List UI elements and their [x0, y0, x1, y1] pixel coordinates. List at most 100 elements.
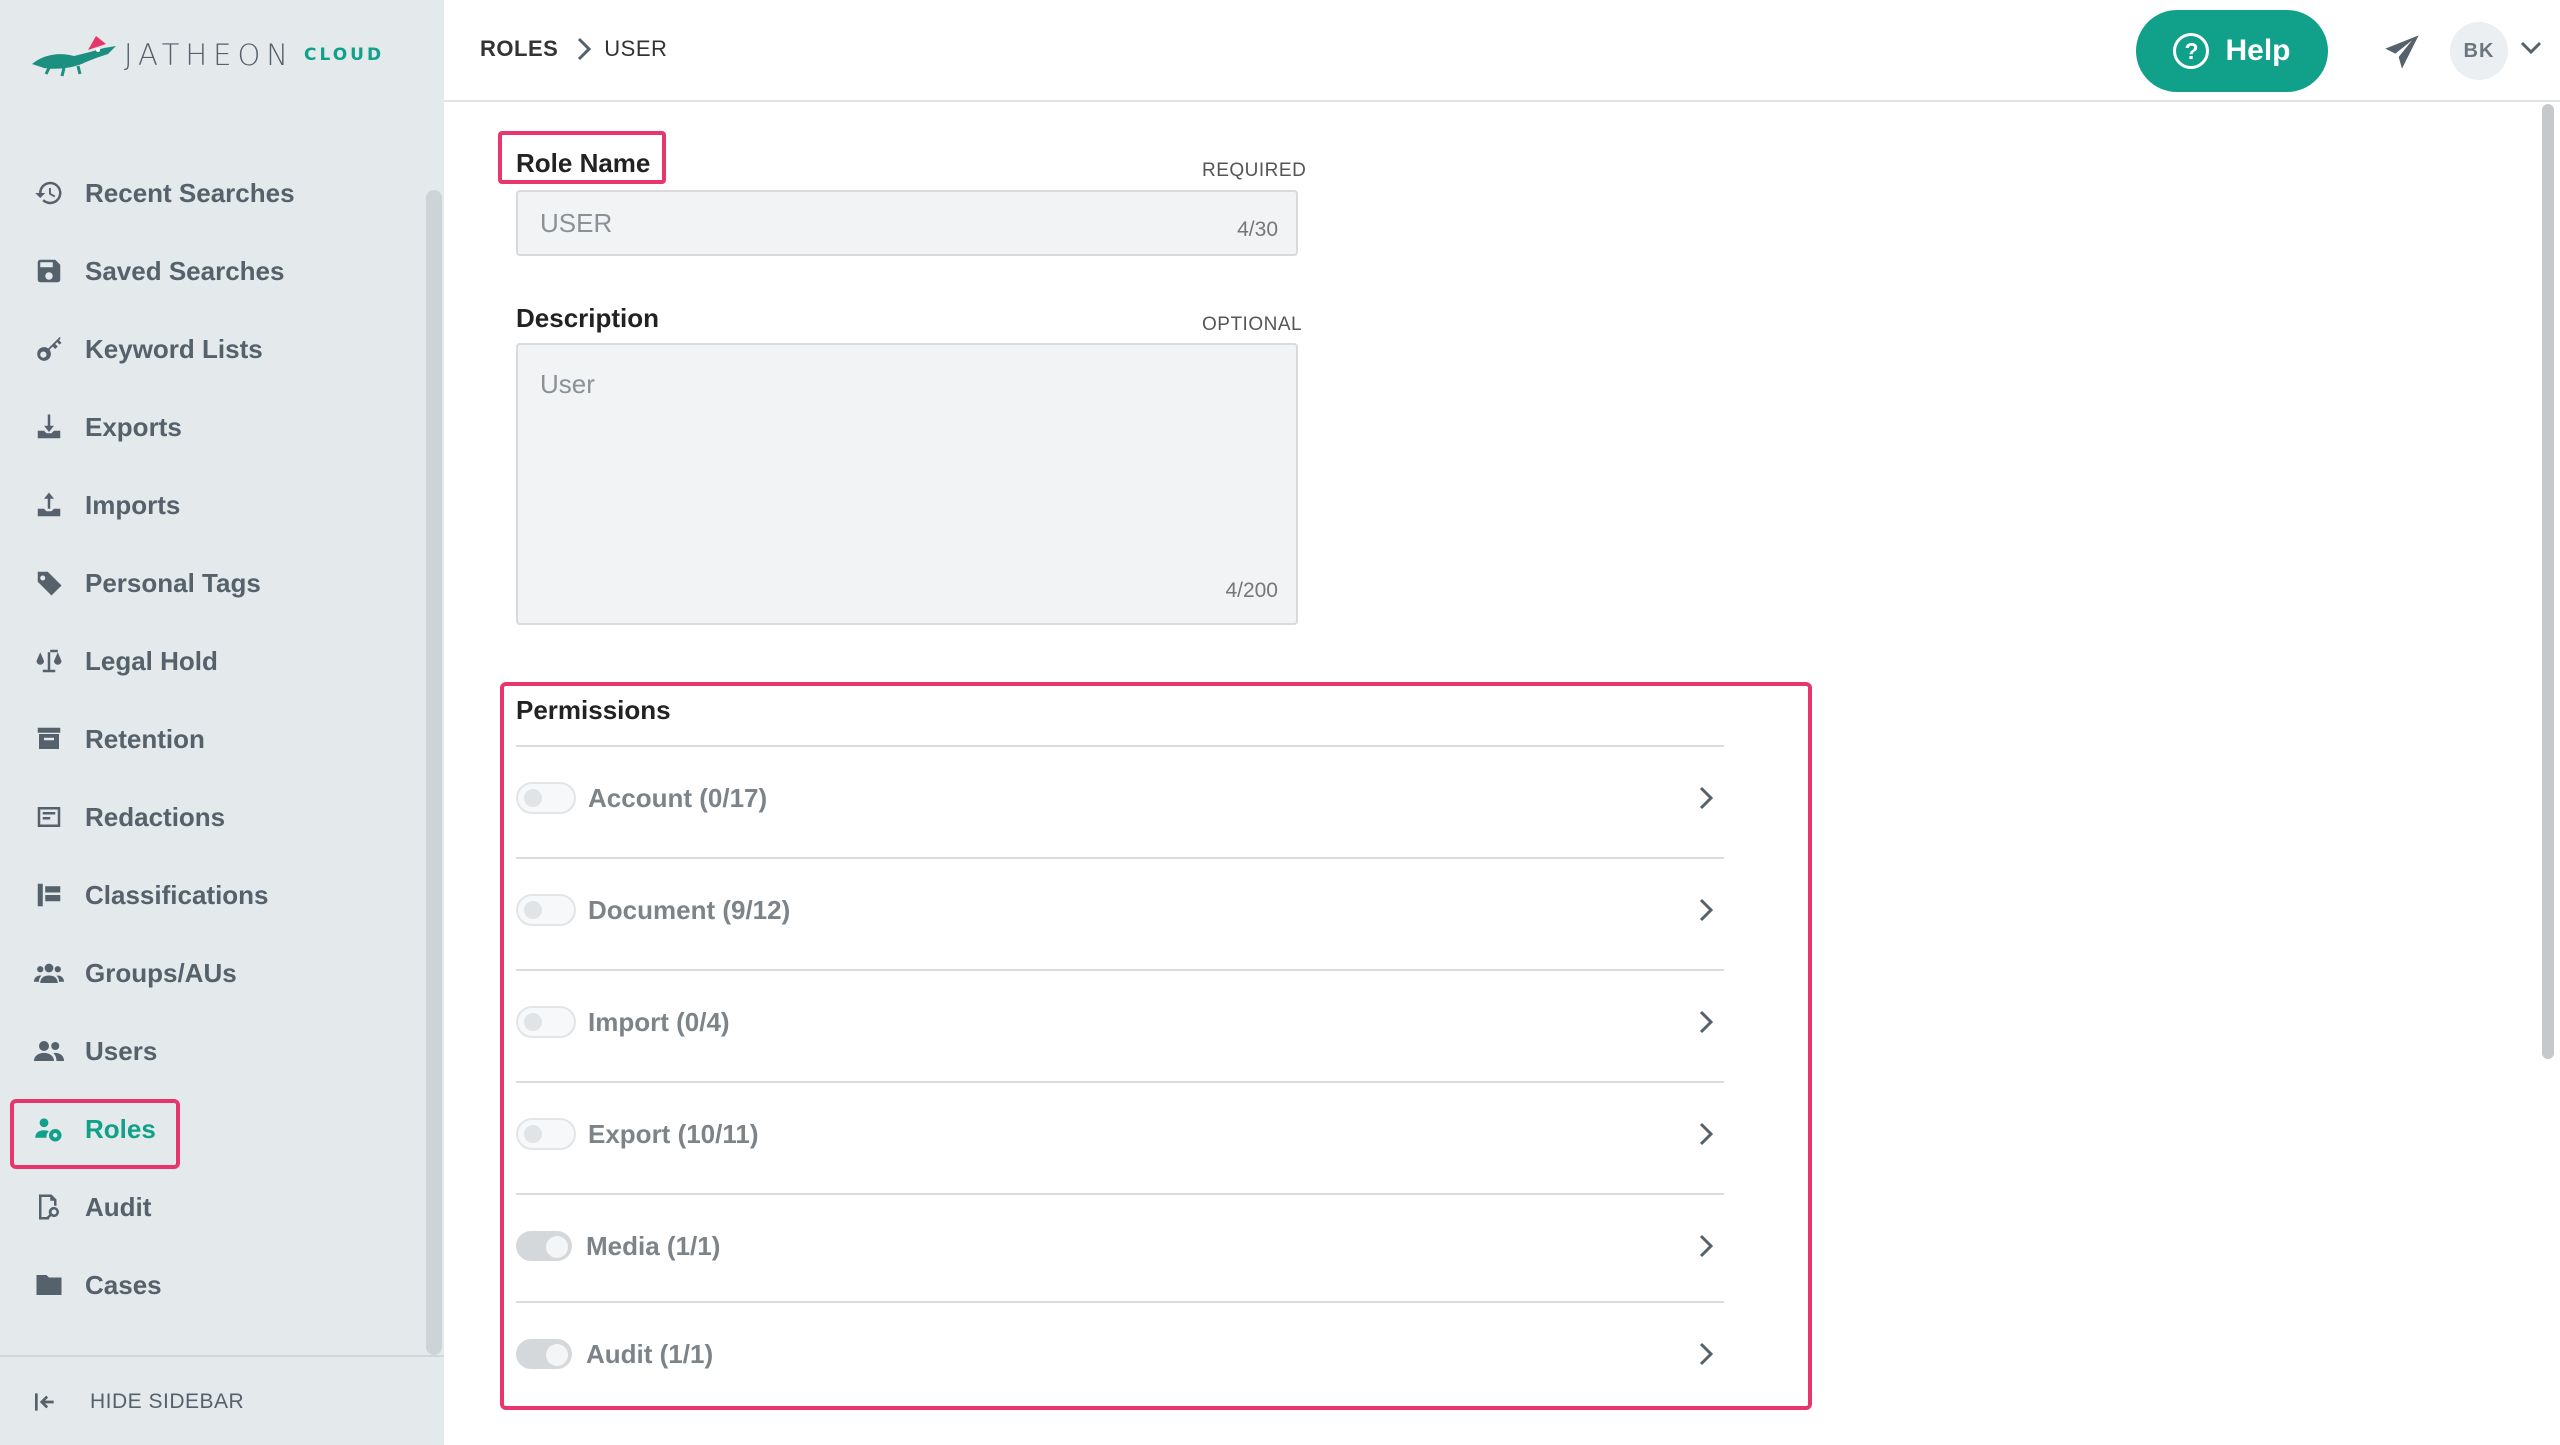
account-toggle[interactable]	[516, 782, 576, 814]
permission-row-account[interactable]: Account (0/17)	[516, 768, 1724, 828]
sidebar-scrollbar[interactable]	[426, 190, 442, 1355]
users-icon	[32, 1034, 66, 1068]
sidebar-item-keyword-lists[interactable]: Keyword Lists	[32, 319, 263, 379]
retention-icon	[32, 722, 66, 756]
sidebar: JATHEON CLOUD Recent Searches Saved Sear…	[0, 0, 444, 1445]
role-name-input[interactable]: USER 4/30	[516, 190, 1298, 256]
permission-label: Document (9/12)	[588, 894, 791, 925]
sidebar-item-recent-searches[interactable]: Recent Searches	[32, 163, 295, 223]
chevron-right-icon[interactable]	[1698, 785, 1716, 813]
chevron-right-icon[interactable]	[1698, 1121, 1716, 1149]
sidebar-item-label: Personal Tags	[85, 567, 261, 598]
permission-row-import[interactable]: Import (0/4)	[516, 992, 1724, 1052]
question-circle-icon: ?	[2173, 33, 2210, 69]
roles-highlight-box	[10, 1099, 180, 1169]
groups-icon	[32, 956, 66, 990]
permission-row-audit[interactable]: Audit (1/1)	[516, 1324, 1724, 1384]
description-textarea[interactable]: User 4/200	[516, 343, 1298, 625]
sidebar-item-label: Redactions	[85, 801, 226, 832]
sidebar-item-classifications[interactable]: Classifications	[32, 865, 269, 925]
sidebar-item-retention[interactable]: Retention	[32, 709, 205, 769]
sidebar-item-label: Recent Searches	[85, 177, 295, 208]
hide-sidebar-button[interactable]: HIDE SIDEBAR	[32, 1380, 244, 1424]
permission-row-export[interactable]: Export (10/11)	[516, 1104, 1724, 1164]
key-icon	[32, 332, 66, 366]
permission-row-media[interactable]: Media (1/1)	[516, 1216, 1724, 1276]
sidebar-item-label: Keyword Lists	[85, 333, 263, 364]
permission-label: Import (0/4)	[588, 1006, 730, 1037]
main-scrollbar[interactable]	[2542, 104, 2554, 1059]
redaction-icon	[32, 800, 66, 834]
sidebar-item-cases[interactable]: Cases	[32, 1255, 162, 1315]
upload-tray-icon	[32, 488, 66, 522]
divider	[516, 857, 1724, 859]
chevron-down-icon[interactable]	[2520, 40, 2544, 60]
chevron-right-icon[interactable]	[1698, 1233, 1716, 1261]
permission-label: Audit (1/1)	[586, 1338, 714, 1369]
sidebar-item-exports[interactable]: Exports	[32, 397, 182, 457]
export-toggle[interactable]	[516, 1118, 576, 1150]
import-toggle[interactable]	[516, 1006, 576, 1038]
permission-label: Account (0/17)	[588, 782, 768, 813]
help-button[interactable]: ? Help	[2136, 10, 2328, 92]
sidebar-item-personal-tags[interactable]: Personal Tags	[32, 553, 261, 613]
history-icon	[32, 176, 66, 210]
optional-tag: OPTIONAL	[1202, 314, 1303, 335]
permission-row-document[interactable]: Document (9/12)	[516, 880, 1724, 940]
sidebar-item-label: Audit	[85, 1191, 152, 1222]
sidebar-item-audit[interactable]: Audit	[32, 1177, 151, 1237]
divider	[516, 969, 1724, 971]
top-bar: ROLES USER ? Help BK	[444, 0, 2560, 102]
audit-toggle[interactable]	[516, 1339, 572, 1369]
role-name-value: USER	[540, 208, 613, 238]
avatar[interactable]: BK	[2450, 22, 2508, 80]
collapse-left-icon	[34, 1393, 54, 1411]
description-label: Description	[516, 303, 660, 333]
chevron-right-icon[interactable]	[1698, 1341, 1716, 1369]
description-value: User	[540, 369, 595, 399]
hide-sidebar-label: HIDE SIDEBAR	[90, 1390, 245, 1413]
sidebar-item-label: Users	[85, 1035, 158, 1066]
sidebar-item-label: Cases	[85, 1269, 162, 1300]
permission-label: Export (10/11)	[588, 1118, 759, 1149]
role-name-label: Role Name	[516, 148, 651, 178]
logo-wordmark: JATHEON	[124, 38, 294, 72]
required-tag: REQUIRED	[1202, 160, 1307, 181]
chevron-right-icon[interactable]	[1698, 1009, 1716, 1037]
sidebar-item-legal-hold[interactable]: Legal Hold	[32, 631, 218, 691]
sidebar-item-label: Legal Hold	[85, 645, 218, 676]
divider	[516, 745, 1724, 747]
role-name-char-count: 4/30	[1237, 218, 1278, 241]
permissions-title: Permissions	[516, 695, 671, 725]
breadcrumb-roles-link[interactable]: ROLES	[480, 36, 558, 62]
sidebar-item-redactions[interactable]: Redactions	[32, 787, 225, 847]
floppy-disk-icon	[32, 254, 66, 288]
audit-icon	[32, 1190, 66, 1224]
jatheon-logo[interactable]: JATHEON CLOUD	[30, 30, 384, 80]
tag-icon	[32, 566, 66, 600]
breadcrumb: ROLES USER	[480, 36, 667, 62]
permission-label: Media (1/1)	[586, 1230, 721, 1261]
scales-icon	[32, 644, 66, 678]
sidebar-item-users[interactable]: Users	[32, 1021, 157, 1081]
folder-icon	[32, 1268, 66, 1302]
sidebar-item-groups-aus[interactable]: Groups/AUs	[32, 943, 237, 1003]
sidebar-divider	[0, 1355, 444, 1357]
paper-plane-icon[interactable]	[2382, 32, 2422, 72]
description-char-count: 4/200	[1225, 579, 1278, 602]
sidebar-item-saved-searches[interactable]: Saved Searches	[32, 241, 284, 301]
document-toggle[interactable]	[516, 894, 576, 926]
help-button-label: Help	[2225, 34, 2291, 67]
breadcrumb-current: USER	[604, 36, 668, 61]
sidebar-item-label: Groups/AUs	[85, 957, 237, 988]
sidebar-item-imports[interactable]: Imports	[32, 475, 180, 535]
media-toggle[interactable]	[516, 1231, 572, 1261]
sidebar-item-label: Exports	[85, 411, 182, 442]
sidebar-item-label: Classifications	[85, 879, 269, 910]
sidebar-item-label: Imports	[85, 489, 181, 520]
sidebar-item-label: Retention	[85, 723, 205, 754]
alligator-logo-icon	[32, 36, 116, 77]
divider	[516, 1081, 1724, 1083]
divider	[516, 1301, 1724, 1303]
chevron-right-icon[interactable]	[1698, 897, 1716, 925]
